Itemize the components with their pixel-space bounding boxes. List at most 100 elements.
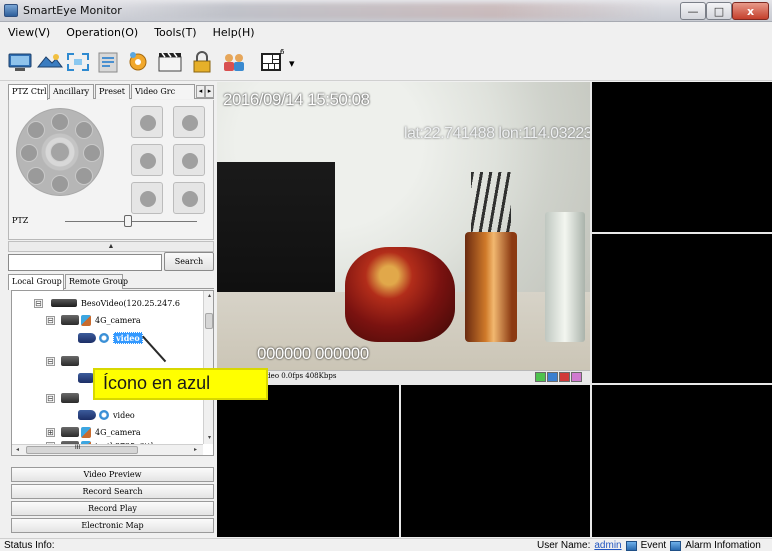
- toolbar: 6 ▾: [0, 43, 772, 81]
- scroll-left-icon[interactable]: ◂: [12, 445, 23, 455]
- tree-row-device-2[interactable]: ⊟: [46, 354, 79, 368]
- grid-divider: [590, 82, 592, 537]
- iris-close-button[interactable]: [173, 182, 205, 214]
- tree-collapse-icon[interactable]: ⊟: [46, 393, 55, 403]
- monitor-icon[interactable]: [6, 49, 34, 75]
- record-search-button[interactable]: Record Search: [11, 484, 214, 499]
- tab-scroll-right-icon[interactable]: ▸: [205, 85, 214, 98]
- electronic-map-button[interactable]: Electronic Map: [11, 518, 214, 533]
- video-cell-3[interactable]: [592, 234, 772, 383]
- video-action-icons: [535, 372, 582, 382]
- title-bar-blur: [120, 3, 660, 19]
- close-video-icon[interactable]: [571, 372, 582, 382]
- device-icon: [61, 427, 79, 437]
- fullscreen-icon[interactable]: [64, 49, 92, 75]
- ptz-up-icon[interactable]: [51, 113, 69, 131]
- tree-label: 4G_camera: [95, 427, 141, 437]
- tree-row-4g-camera-2[interactable]: ⊞ 4G_camera: [46, 425, 141, 439]
- tree-collapse-icon[interactable]: ⊟: [46, 315, 55, 325]
- layout-dropdown-icon[interactable]: ▾: [289, 57, 295, 70]
- ptz-direction-wheel[interactable]: [16, 108, 104, 196]
- tree-expand-icon[interactable]: ⊞: [46, 427, 55, 437]
- ptz-right-icon[interactable]: [83, 144, 101, 162]
- scene-can: [545, 212, 585, 342]
- menu-tools[interactable]: Tools(T): [146, 24, 204, 42]
- focus-near-button[interactable]: [131, 144, 163, 176]
- scroll-grip: III: [75, 445, 81, 451]
- close-button[interactable]: x: [732, 2, 769, 20]
- eye-icon[interactable]: [36, 49, 64, 75]
- video-preview-button[interactable]: Video Preview: [11, 467, 214, 482]
- tree-collapse-icon[interactable]: ⊟: [34, 298, 43, 308]
- scroll-right-icon[interactable]: ▸: [190, 445, 201, 455]
- ptz-up-left-icon[interactable]: [27, 121, 45, 139]
- ptz-speed-slider[interactable]: [124, 215, 132, 227]
- search-button[interactable]: Search: [164, 252, 214, 271]
- menu-help[interactable]: Help(H): [205, 24, 263, 42]
- event-link[interactable]: Event: [641, 540, 667, 551]
- zoom-in-button[interactable]: [131, 106, 163, 138]
- maximize-button[interactable]: □: [706, 2, 732, 20]
- tree-row-server[interactable]: ⊟ BesoVideo(120.25.247.6: [34, 296, 180, 310]
- users-icon[interactable]: [220, 49, 248, 75]
- menu-view[interactable]: View(V): [0, 24, 58, 42]
- scroll-down-icon[interactable]: ▾: [204, 433, 213, 444]
- tab-scroll-left-icon[interactable]: ◂: [196, 85, 205, 98]
- grid-divider: [399, 385, 401, 537]
- ptz-auto-icon[interactable]: [50, 142, 70, 162]
- tab-preset[interactable]: Preset: [95, 84, 130, 99]
- ptz-left-icon[interactable]: [20, 144, 38, 162]
- focus-near-icon: [140, 153, 156, 169]
- tree-zoom-in-icon: [140, 115, 156, 131]
- ptz-up-right-icon[interactable]: [75, 121, 93, 139]
- settings-icon[interactable]: [124, 49, 152, 75]
- tab-ptz-ctrl[interactable]: PTZ Ctrl: [8, 84, 48, 100]
- collapse-bar[interactable]: ▲: [8, 241, 214, 252]
- osd-location: lat:22.741488 lon:114.032231: [404, 125, 590, 142]
- scroll-up-icon[interactable]: ▴: [204, 291, 213, 302]
- minimize-button[interactable]: —: [680, 2, 706, 20]
- tree-row-device-3[interactable]: ⊟: [46, 391, 79, 405]
- tree-row-video-3[interactable]: video: [78, 408, 135, 422]
- video-cell-main[interactable]: 2016/09/14 15:50:08 lat:22.741488 lon:11…: [217, 82, 590, 383]
- tab-remote-group[interactable]: Remote Group: [65, 274, 128, 289]
- tree-row-video-selected[interactable]: video: [78, 331, 143, 345]
- video-cell-2[interactable]: [592, 82, 772, 232]
- scene-pencils: [471, 172, 511, 234]
- iris-open-button[interactable]: [131, 182, 163, 214]
- snapshot-icon[interactable]: [535, 372, 546, 382]
- tab-ancillary[interactable]: Ancillary: [49, 84, 94, 99]
- record-icon[interactable]: [156, 49, 184, 75]
- video-cell-6[interactable]: [592, 385, 772, 537]
- user-name-link[interactable]: admin: [594, 540, 621, 551]
- search-input[interactable]: [8, 254, 162, 271]
- tab-video-group[interactable]: Video Grc: [131, 84, 195, 99]
- tree-collapse-icon[interactable]: ⊟: [46, 356, 55, 366]
- lock-icon[interactable]: [188, 49, 216, 75]
- osd-counter: 000000 000000: [257, 344, 369, 363]
- tree-zoom-out-icon: [182, 115, 198, 131]
- alarm-link[interactable]: Alarm Infomation: [685, 540, 761, 551]
- tree-horizontal-scrollbar[interactable]: ◂ III ▸: [12, 444, 203, 455]
- ptz-down-right-icon[interactable]: [75, 167, 93, 185]
- tab-local-group[interactable]: Local Group: [8, 274, 64, 290]
- user-name-label: User Name:: [537, 540, 591, 551]
- audio-icon[interactable]: [547, 372, 558, 382]
- status-info: Status Info:: [4, 540, 55, 551]
- tree-row-4g-camera[interactable]: ⊟ 4G_camera: [46, 313, 141, 327]
- video-cell-4[interactable]: [217, 385, 399, 537]
- title-bar[interactable]: SmartEye Monitor — □ x: [0, 0, 772, 22]
- horizontal-scroll-thumb[interactable]: III: [26, 445, 138, 454]
- ptz-down-icon[interactable]: [51, 175, 69, 193]
- ptz-down-left-icon[interactable]: [27, 167, 45, 185]
- zoom-out-button[interactable]: [173, 106, 205, 138]
- menu-operation[interactable]: Operation(O): [58, 24, 146, 42]
- ptz-speed-label: PTZ: [12, 216, 29, 225]
- record-video-icon[interactable]: [559, 372, 570, 382]
- video-cell-5[interactable]: [401, 385, 590, 537]
- vertical-scroll-thumb[interactable]: [205, 313, 213, 329]
- online-status-icon: [99, 333, 109, 343]
- record-play-button[interactable]: Record Play: [11, 501, 214, 516]
- focus-far-button[interactable]: [173, 144, 205, 176]
- playback-icon[interactable]: [94, 49, 122, 75]
